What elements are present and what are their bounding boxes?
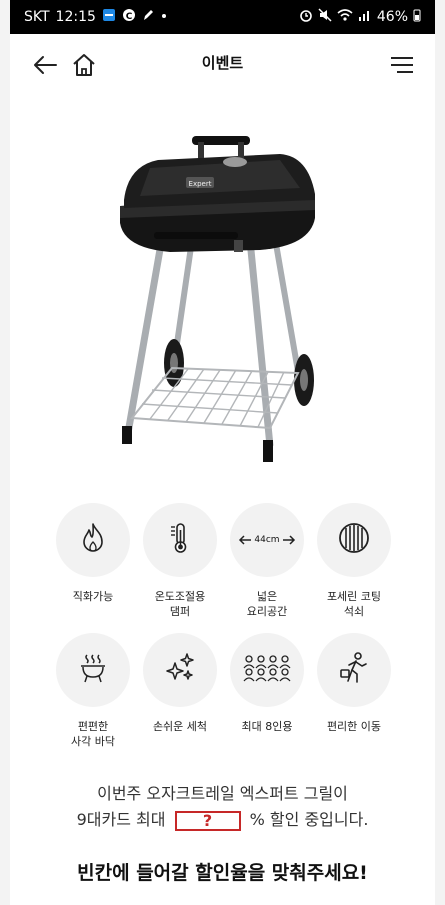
question-line-1: 이번주 오자크트레일 엑스퍼트 그릴이 <box>97 784 348 803</box>
menu-icon[interactable] <box>385 48 419 82</box>
mute-icon <box>318 8 332 26</box>
feature-direct-fire: 직화가능 <box>51 503 135 604</box>
feature-flat-bottom: 편편한 사각 바닥 <box>51 633 135 749</box>
brand-badge-text: Expert <box>189 180 212 188</box>
page-title: 이벤트 <box>201 54 244 72</box>
answer-blank[interactable]: ? <box>174 810 241 831</box>
carrier-label: SKT <box>24 9 50 25</box>
feature-damper: 온도조절용 댐퍼 <box>138 503 222 619</box>
status-bar: SKT 12:15 C 46% <box>10 0 435 34</box>
pen-icon <box>142 8 154 26</box>
feature-label: 최대 8인용 <box>241 720 293 733</box>
svg-text:C: C <box>126 12 133 22</box>
feature-label: 포세린 코팅 석쇠 <box>326 590 382 618</box>
porcelain-grate-icon <box>337 521 371 559</box>
charcoal-grill-image: Expert <box>110 128 330 473</box>
wifi-icon <box>337 8 353 26</box>
signal-icon <box>358 8 372 26</box>
thermometer-icon <box>163 521 197 559</box>
feature-label: 편리한 이동 <box>326 720 382 733</box>
feature-label: 온도조절용 댐퍼 <box>154 590 206 618</box>
quiz-instruction: 빈칸에 들어갈 할인율을 맞춰주세요! <box>77 862 368 884</box>
width-value: 44cm <box>254 535 280 545</box>
frame-left <box>0 0 10 905</box>
walking-person-icon <box>337 651 371 689</box>
grill-steam-icon <box>76 651 110 689</box>
feature-label: 넓은 요리공간 <box>246 590 288 618</box>
app-header: 이벤트 <box>10 34 435 94</box>
sparkle-icon <box>163 651 197 689</box>
time-label: 12:15 <box>55 9 96 25</box>
c-icon: C <box>122 8 136 26</box>
feature-label: 손쉬운 세척 <box>152 720 208 733</box>
alarm-icon <box>299 8 313 26</box>
question-line-2: 9대카드 최대 ? % 할인 중입니다. <box>10 806 435 831</box>
flame-icon <box>76 521 110 559</box>
width-arrows-icon: 44cm <box>238 534 295 546</box>
battery-label: 46% <box>376 9 408 25</box>
question-suffix: % 할인 중입니다. <box>249 810 369 829</box>
dot-icon <box>160 8 168 26</box>
feature-label: 편편한 사각 바닥 <box>71 720 115 748</box>
question-prefix: 9대카드 최대 <box>76 810 166 829</box>
feature-label: 직화가능 <box>72 590 114 603</box>
battery-icon <box>413 8 421 26</box>
app-icon <box>102 8 116 26</box>
feature-easy-moving: 편리한 이동 <box>312 633 396 734</box>
frame-right <box>435 0 445 905</box>
feature-porcelain-grate: 포세린 코팅 석쇠 <box>312 503 396 619</box>
feature-easy-cleaning: 손쉬운 세척 <box>138 633 222 734</box>
people-group-icon <box>242 651 292 689</box>
feature-wide-cooking-area: 44cm 넓은 요리공간 <box>225 503 309 619</box>
feature-max-8-people: 최대 8인용 <box>225 633 309 734</box>
